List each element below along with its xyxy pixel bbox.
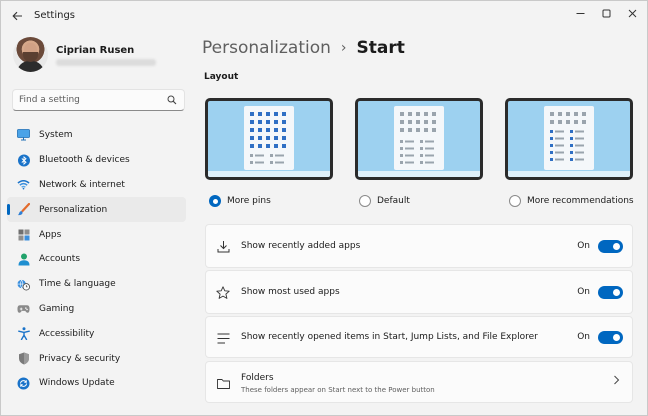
profile-name: Ciprian Rusen [56,45,135,56]
sidebar-item-bluetooth[interactable]: Bluetooth & devices [7,148,186,173]
radio-more-pins[interactable]: More pins [209,195,271,207]
folder-icon [216,376,230,390]
update-icon [17,377,30,390]
radio-label: Default [377,196,410,206]
wifi-icon [17,178,30,191]
breadcrumb-parent[interactable]: Personalization [202,38,331,58]
sidebar-item-personalization[interactable]: Personalization [7,197,186,223]
sidebar-item-apps[interactable]: Apps [7,222,186,247]
star-icon [216,285,230,299]
breadcrumb-separator: › [340,40,347,56]
radio-default[interactable]: Default [359,195,410,207]
radio-button-checked[interactable] [209,195,221,207]
maximize-icon [602,9,610,17]
sidebar-item-label: Accessibility [39,328,95,339]
radio-button[interactable] [509,195,521,207]
list-icon [216,331,230,345]
paintbrush-icon [17,203,30,216]
toggle-recently-opened-items[interactable] [598,331,623,344]
radio-more-recommendations[interactable]: More recommendations [509,195,634,207]
sidebar-item-network[interactable]: Network & internet [7,173,186,198]
layout-thumb-default[interactable] [355,98,483,180]
apps-icon [17,228,30,241]
setting-recently-opened-items: Show recently opened items in Start, Jum… [205,316,633,358]
toggle-most-used-apps[interactable] [598,286,623,299]
toggle-recently-added-apps[interactable] [598,240,623,253]
radio-label: More recommendations [527,196,634,206]
avatar[interactable] [13,37,48,72]
settings-window: Settings Ciprian Rusen System [0,0,648,416]
sidebar-item-label: System [39,130,73,141]
radio-label: More pins [227,196,271,206]
maximize-button[interactable] [593,4,619,22]
setting-most-used-apps: Show most used apps On [205,270,633,314]
sidebar-item-label: Personalization [39,204,108,215]
gamepad-icon [17,302,30,315]
title-bar: Settings [1,1,647,31]
minimize-icon [576,12,584,14]
sidebar-item-label: Time & language [39,279,116,290]
pins-grid-icon [250,112,286,164]
profile-email-blurred [56,59,156,66]
person-icon [17,253,30,266]
sidebar-item-label: Network & internet [39,179,125,190]
start-menu-preview [394,106,444,170]
toggle-state-text: On [577,287,590,297]
start-menu-preview [544,106,594,170]
chevron-right-icon[interactable] [613,375,620,388]
shield-icon [17,352,30,365]
default-grid-icon [400,112,436,164]
back-arrow-icon [11,11,22,21]
taskbar-preview [208,171,330,177]
sidebar-item-windows-update[interactable]: Windows Update [7,371,186,396]
layout-thumb-more-recommendations[interactable] [505,98,633,180]
back-button[interactable] [9,8,25,24]
setting-description: These folders appear on Start next to th… [241,386,435,394]
sidebar-item-label: Apps [39,229,62,240]
close-button[interactable] [619,4,645,22]
layout-thumb-more-pins[interactable] [205,98,333,180]
setting-label: Show recently added apps [241,241,361,251]
section-title-layout: Layout [204,72,239,82]
start-menu-preview [244,106,294,170]
page-title: Start [356,38,405,58]
breadcrumb: Personalization › Start [202,38,405,58]
sidebar-item-label: Windows Update [39,378,115,389]
sidebar-item-time-language[interactable]: Time & language [7,272,186,297]
search-box [12,89,185,111]
sidebar-item-system[interactable]: System [7,123,186,148]
setting-folders[interactable]: Folders These folders appear on Start ne… [205,361,633,403]
search-icon[interactable] [167,95,177,105]
download-icon [216,239,230,253]
clock-globe-icon [17,278,30,291]
sidebar-item-label: Gaming [39,303,75,314]
setting-label: Folders [241,373,274,383]
toggle-state-text: On [577,332,590,342]
accessibility-icon [17,327,30,341]
setting-label: Show most used apps [241,287,340,297]
toggle-state-text: On [577,241,590,251]
search-input[interactable] [19,93,164,107]
sidebar-item-label: Accounts [39,254,81,265]
monitor-icon [17,129,30,142]
taskbar-preview [358,171,480,177]
app-title: Settings [34,10,76,21]
radio-button[interactable] [359,195,371,207]
sidebar-item-label: Bluetooth & devices [39,155,130,166]
active-indicator [7,204,10,216]
close-icon [628,9,636,17]
sidebar-item-accounts[interactable]: Accounts [7,247,186,272]
sidebar-item-label: Privacy & security [39,353,121,364]
bluetooth-icon [17,154,30,167]
sidebar-item-gaming[interactable]: Gaming [7,297,186,322]
minimize-button[interactable] [567,4,593,22]
sidebar-nav: System Bluetooth & devices Network & int… [7,123,186,396]
taskbar-preview [508,171,630,177]
recommendations-grid-icon [550,112,586,161]
setting-label: Show recently opened items in Start, Jum… [241,332,538,342]
sidebar-item-privacy-security[interactable]: Privacy & security [7,346,186,371]
setting-recently-added-apps: Show recently added apps On [205,224,633,268]
sidebar-item-accessibility[interactable]: Accessibility [7,321,186,346]
